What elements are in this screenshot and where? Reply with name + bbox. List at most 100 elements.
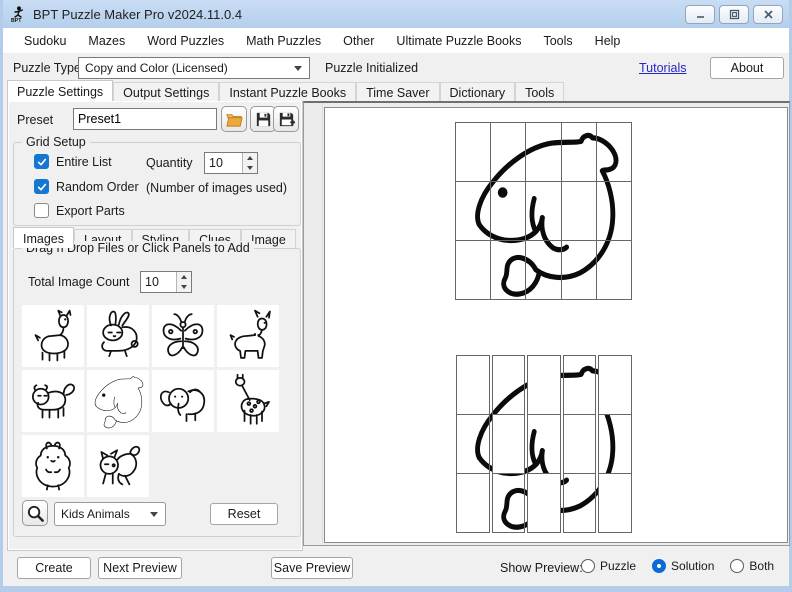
tutorials-link[interactable]: Tutorials — [639, 61, 686, 75]
tab-output-settings[interactable]: Output Settings — [113, 82, 220, 101]
menu-mazes[interactable]: Mazes — [77, 30, 136, 52]
giraffe-line-art — [220, 373, 276, 429]
chevron-down-icon — [294, 65, 302, 71]
tab-time-saver[interactable]: Time Saver — [356, 82, 440, 101]
puzzle-settings-panel: Preset Preset1 Grid Setup Entire List Qu… — [7, 101, 303, 551]
image-tile-giraffe[interactable] — [217, 370, 279, 432]
preview-cell-r1c5 — [595, 122, 632, 182]
preview-cell-r3c1 — [455, 240, 492, 300]
hamster-line-art — [25, 438, 81, 494]
rabbit-line-art — [90, 308, 146, 364]
save-as-icon — [279, 112, 295, 126]
menu-sudoku[interactable]: Sudoku — [13, 30, 77, 52]
quantity-down-button[interactable] — [243, 163, 257, 173]
image-tile-hamster[interactable] — [22, 435, 84, 497]
image-tile-dog[interactable] — [22, 370, 84, 432]
radio-label: Puzzle — [600, 559, 637, 573]
about-button[interactable]: About — [710, 56, 784, 79]
window-title: BPT Puzzle Maker Pro v2024.11.0.4 — [33, 6, 243, 22]
minimize-button[interactable] — [685, 4, 715, 24]
open-preset-button[interactable] — [221, 106, 247, 132]
arrow-up-icon — [247, 156, 253, 160]
tab-tools[interactable]: Tools — [515, 82, 565, 101]
quantity-up-button[interactable] — [243, 153, 257, 163]
elephant-line-art — [155, 373, 211, 429]
preset-row: Preset — [9, 106, 301, 134]
image-tile-dolphin[interactable] — [87, 370, 149, 432]
image-tile-deer[interactable] — [217, 305, 279, 367]
image-tile-butterfly[interactable] — [152, 305, 214, 367]
app-window: BPT BPT Puzzle Maker Pro v2024.11.0.4 Su… — [0, 0, 792, 592]
app-icon: BPT — [11, 6, 24, 23]
preview-cell-r1c1 — [456, 355, 490, 415]
reset-button[interactable]: Reset — [210, 503, 278, 525]
cat-line-art — [90, 438, 146, 494]
close-button[interactable] — [753, 4, 783, 24]
menu-word-puzzles[interactable]: Word Puzzles — [136, 30, 235, 52]
preview-cell-r3c3 — [527, 473, 561, 533]
footer-bar: Create Next Preview Save Preview Show Pr… — [3, 551, 789, 586]
show-preview-radio-solution[interactable]: Solution — [652, 559, 714, 573]
next-preview-button[interactable]: Next Preview — [98, 557, 182, 579]
preview-cell-r3c2 — [491, 473, 526, 533]
preview-cell-r3c2 — [490, 240, 527, 300]
quantity-label: Quantity — [146, 156, 193, 170]
puzzle-grid-cells — [456, 355, 632, 533]
grid-setup-title: Grid Setup — [22, 135, 90, 149]
preview-cell-r2c5 — [598, 414, 632, 474]
preview-cell-r1c3 — [525, 122, 562, 182]
maximize-icon — [729, 9, 739, 19]
create-button[interactable]: Create — [17, 557, 91, 579]
menu-bar: Sudoku Mazes Word Puzzles Math Puzzles Other… — [3, 28, 789, 53]
radio-label: Both — [749, 559, 775, 573]
maximize-button[interactable] — [719, 4, 749, 24]
export-parts-checkbox[interactable] — [34, 203, 49, 218]
preview-cell-r2c2 — [491, 414, 526, 474]
menu-other[interactable]: Other — [332, 30, 385, 52]
image-tile-elephant[interactable] — [152, 370, 214, 432]
show-preview-options: Puzzle Solution Both — [581, 559, 774, 573]
save-preset-as-button[interactable] — [273, 106, 299, 132]
total-image-count-label: Total Image Count — [28, 275, 130, 289]
tab-images[interactable]: Images — [13, 227, 74, 248]
tab-puzzle-settings[interactable]: Puzzle Settings — [7, 80, 114, 101]
tab-dictionary[interactable]: Dictionary — [439, 82, 516, 101]
preview-cell-r3c4 — [562, 473, 597, 533]
menu-math-puzzles[interactable]: Math Puzzles — [235, 30, 332, 52]
total-count-up-button[interactable] — [177, 272, 191, 282]
search-icon — [27, 505, 44, 522]
show-preview-label: Show Preview: — [500, 561, 583, 575]
preview-cell-r2c2 — [490, 181, 527, 241]
quantity-note: (Number of images used) — [146, 181, 288, 195]
total-image-count-stepper[interactable]: 10 — [140, 271, 192, 293]
preview-gutter — [304, 103, 323, 545]
image-tile-grid — [22, 305, 282, 497]
radio-icon — [652, 559, 667, 573]
puzzle-type-select[interactable]: Copy and Color (Licensed) — [78, 56, 310, 79]
quantity-value: 10 — [209, 156, 223, 170]
total-count-down-button[interactable] — [177, 282, 191, 292]
entire-list-checkbox[interactable] — [34, 154, 49, 169]
image-category-select[interactable]: Kids Animals — [54, 502, 166, 526]
preview-cell-r2c3 — [525, 181, 562, 241]
image-tile-rabbit[interactable] — [87, 305, 149, 367]
puzzle-type-label: Puzzle Type — [13, 60, 81, 75]
deer-line-art — [220, 308, 276, 364]
zoom-images-button[interactable] — [22, 500, 48, 526]
menu-help[interactable]: Help — [584, 30, 632, 52]
preset-input[interactable] — [73, 108, 217, 130]
tab-instant-puzzle-books[interactable]: Instant Puzzle Books — [219, 82, 357, 101]
menu-tools[interactable]: Tools — [532, 30, 583, 52]
quantity-stepper[interactable]: 10 — [204, 152, 258, 174]
show-preview-radio-puzzle[interactable]: Puzzle — [581, 559, 636, 573]
preview-cell-r1c1 — [455, 122, 492, 182]
radio-icon — [581, 559, 595, 573]
random-order-checkbox[interactable] — [34, 179, 49, 194]
image-tile-llama[interactable] — [22, 305, 84, 367]
save-preview-button[interactable]: Save Preview — [271, 557, 353, 579]
show-preview-radio-both[interactable]: Both — [730, 559, 774, 573]
menu-ultimate-puzzle-books[interactable]: Ultimate Puzzle Books — [385, 30, 532, 52]
puzzle-preview-grid — [456, 355, 632, 533]
image-tile-cat[interactable] — [87, 435, 149, 497]
grid-setup-group: Grid Setup Entire List Quantity 10 Rando… — [13, 135, 301, 226]
